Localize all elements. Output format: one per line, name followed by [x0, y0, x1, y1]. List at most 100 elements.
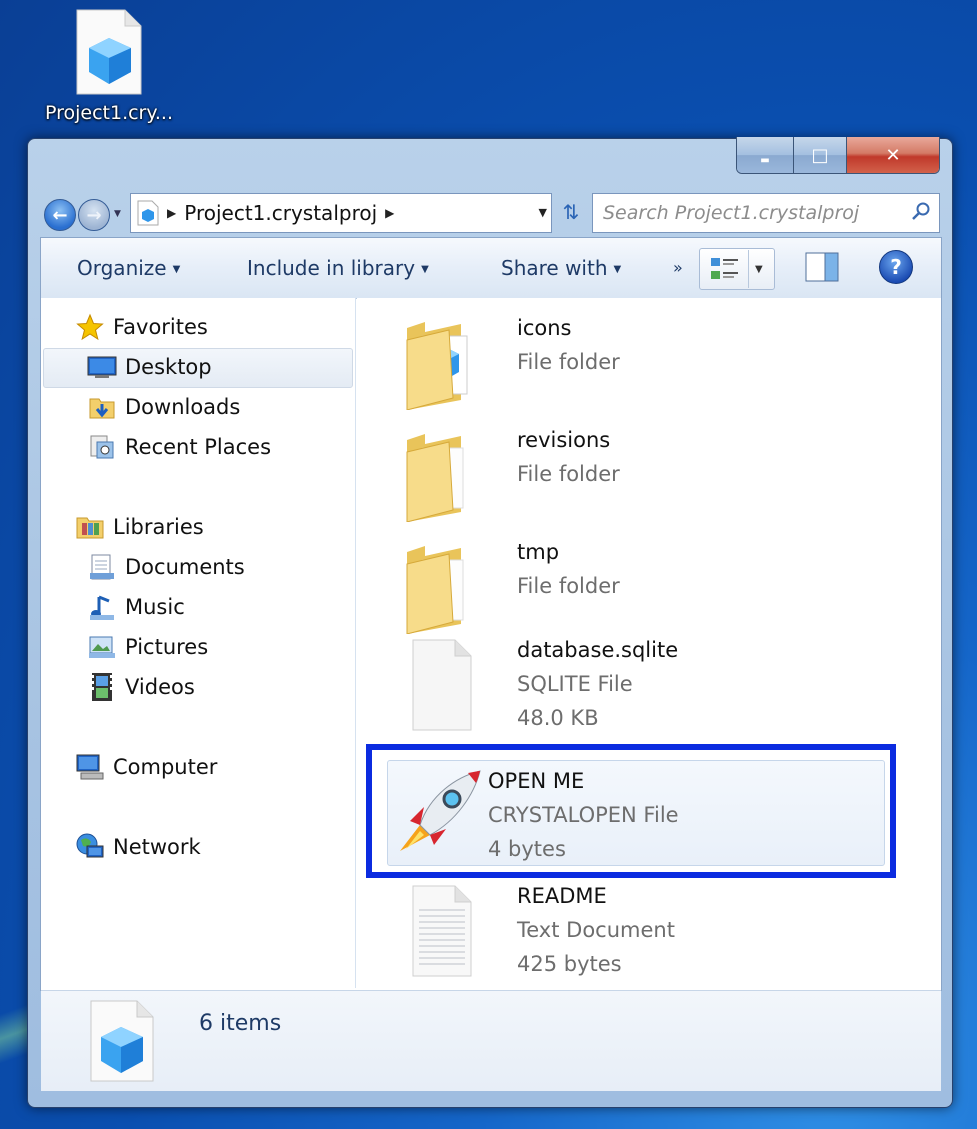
- share-with-button[interactable]: Share with ▼: [501, 256, 621, 280]
- minimize-icon: ▬: [760, 154, 770, 166]
- desktop-icon-label: Project1.cry...: [44, 102, 174, 124]
- list-item-readme[interactable]: README Text Document 425 bytes: [385, 874, 889, 982]
- forward-arrow-icon: →: [86, 204, 102, 226]
- nav-network[interactable]: Network: [75, 832, 201, 862]
- list-item-revisions[interactable]: revisions File folder: [385, 418, 889, 526]
- folder-icon: [399, 314, 479, 411]
- list-item-open-me[interactable]: OPEN ME CRYSTALOPEN File 4 bytes: [387, 760, 885, 866]
- recent-pages-dropdown[interactable]: ▼: [114, 209, 121, 219]
- organize-label: Organize: [77, 256, 167, 280]
- file-type: File folder: [517, 574, 620, 598]
- crystal-document-icon: [75, 8, 143, 96]
- nav-recent-places-label: Recent Places: [125, 435, 272, 459]
- computer-icon: [75, 752, 105, 782]
- desktop-icon-project[interactable]: Project1.cry...: [34, 8, 184, 124]
- close-button[interactable]: ✕: [847, 137, 939, 173]
- include-in-library-button[interactable]: Include in library ▼: [247, 256, 429, 280]
- nav-network-label: Network: [113, 835, 201, 859]
- chevron-down-icon[interactable]: ▼: [755, 264, 763, 275]
- file-size: 48.0 KB: [517, 706, 599, 730]
- forward-button[interactable]: →: [78, 199, 110, 231]
- music-icon: [87, 592, 117, 622]
- back-arrow-icon: ←: [52, 204, 68, 226]
- search-icon[interactable]: [911, 201, 931, 225]
- navigation-bar: ← → ▼ ▶ Project1.crystalproj ▶ ▼ ⇅ Searc…: [42, 193, 940, 237]
- file-name: tmp: [517, 540, 560, 564]
- list-item-database[interactable]: database.sqlite SQLITE File 48.0 KB: [385, 628, 889, 736]
- breadcrumb-project[interactable]: Project1.crystalproj: [184, 201, 377, 225]
- preview-pane-button[interactable]: [805, 252, 839, 286]
- file-type: Text Document: [517, 918, 675, 942]
- navigation-pane: Favorites Desktop Downloads Recent Place…: [41, 298, 356, 988]
- rocket-icon: [390, 765, 481, 861]
- nav-libraries[interactable]: Libraries: [75, 512, 204, 542]
- explorer-panel: Organize ▼ Include in library ▼ Share with…: [40, 237, 942, 1091]
- folder-crystal-icon: [89, 999, 157, 1087]
- maximize-button[interactable]: □: [794, 137, 847, 173]
- help-icon: ?: [890, 255, 902, 279]
- file-name: revisions: [517, 428, 611, 452]
- nav-downloads-label: Downloads: [125, 395, 241, 419]
- list-item-tmp[interactable]: tmp File folder: [385, 530, 889, 638]
- address-bar[interactable]: ▶ Project1.crystalproj ▶ ▼: [130, 193, 552, 233]
- folder-crystal-icon: [137, 200, 159, 226]
- caption-buttons: ▬ □ ✕: [736, 137, 940, 174]
- include-in-library-label: Include in library: [247, 256, 416, 280]
- recent-places-icon: [87, 432, 117, 462]
- search-box[interactable]: Search Project1.crystalproj: [592, 193, 940, 233]
- folder-icon: [399, 538, 479, 635]
- nav-computer-label: Computer: [113, 755, 218, 779]
- nav-pictures-label: Pictures: [125, 635, 209, 659]
- file-type: CRYSTALOPEN File: [488, 803, 679, 827]
- more-commands-button[interactable]: »: [673, 258, 683, 277]
- nav-computer[interactable]: Computer: [75, 752, 217, 782]
- libraries-icon: [75, 512, 105, 542]
- nav-desktop-label: Desktop: [125, 355, 212, 379]
- file-type: File folder: [517, 350, 620, 374]
- blank-document-icon: [399, 636, 479, 732]
- nav-desktop[interactable]: Desktop: [87, 352, 212, 382]
- nav-recent-places[interactable]: Recent Places: [87, 432, 271, 462]
- nav-downloads[interactable]: Downloads: [87, 392, 240, 422]
- videos-icon: [87, 672, 117, 702]
- refresh-button[interactable]: ⇅: [556, 197, 586, 227]
- nav-favorites-label: Favorites: [113, 315, 208, 339]
- nav-libraries-label: Libraries: [113, 515, 204, 539]
- search-placeholder: Search Project1.crystalproj: [603, 202, 860, 224]
- refresh-icon: ⇅: [562, 200, 580, 224]
- breadcrumb-separator-icon[interactable]: ▶: [385, 206, 394, 220]
- list-item-icons[interactable]: icons File folder: [385, 306, 889, 414]
- nav-documents[interactable]: Documents: [87, 552, 245, 582]
- nav-music[interactable]: Music: [87, 592, 185, 622]
- downloads-folder-icon: [87, 392, 117, 422]
- file-name: README: [517, 884, 607, 908]
- nav-pictures[interactable]: Pictures: [87, 632, 208, 662]
- text-document-icon: [399, 882, 479, 978]
- file-name: database.sqlite: [517, 638, 679, 662]
- nav-videos-label: Videos: [125, 675, 195, 699]
- breadcrumb-separator-icon[interactable]: ▶: [167, 206, 176, 220]
- item-count: 6 items: [199, 1011, 282, 1036]
- share-with-label: Share with: [501, 256, 608, 280]
- file-size: 425 bytes: [517, 952, 622, 976]
- close-icon: ✕: [885, 144, 901, 166]
- file-list: icons File folder revisions File folder: [357, 298, 941, 988]
- help-button[interactable]: ?: [879, 250, 913, 284]
- minimize-button[interactable]: ▬: [737, 137, 794, 173]
- back-button[interactable]: ←: [44, 199, 76, 231]
- file-size: 4 bytes: [488, 837, 566, 861]
- address-history-dropdown[interactable]: ▼: [539, 206, 547, 219]
- command-bar: Organize ▼ Include in library ▼ Share with…: [41, 238, 941, 299]
- organize-button[interactable]: Organize ▼: [77, 256, 180, 280]
- nav-videos[interactable]: Videos: [87, 672, 195, 702]
- chevron-down-icon: ▼: [172, 264, 181, 275]
- chevron-down-icon: ▼: [613, 264, 622, 275]
- network-globe-icon: [75, 832, 105, 862]
- star-icon: [75, 312, 105, 342]
- file-type: SQLITE File: [517, 672, 633, 696]
- details-pane: 6 items: [41, 990, 941, 1091]
- change-view-button[interactable]: ▼: [699, 248, 775, 290]
- nav-favorites[interactable]: Favorites: [75, 312, 208, 342]
- chevron-down-icon: ▼: [421, 264, 429, 275]
- maximize-icon: □: [811, 144, 829, 166]
